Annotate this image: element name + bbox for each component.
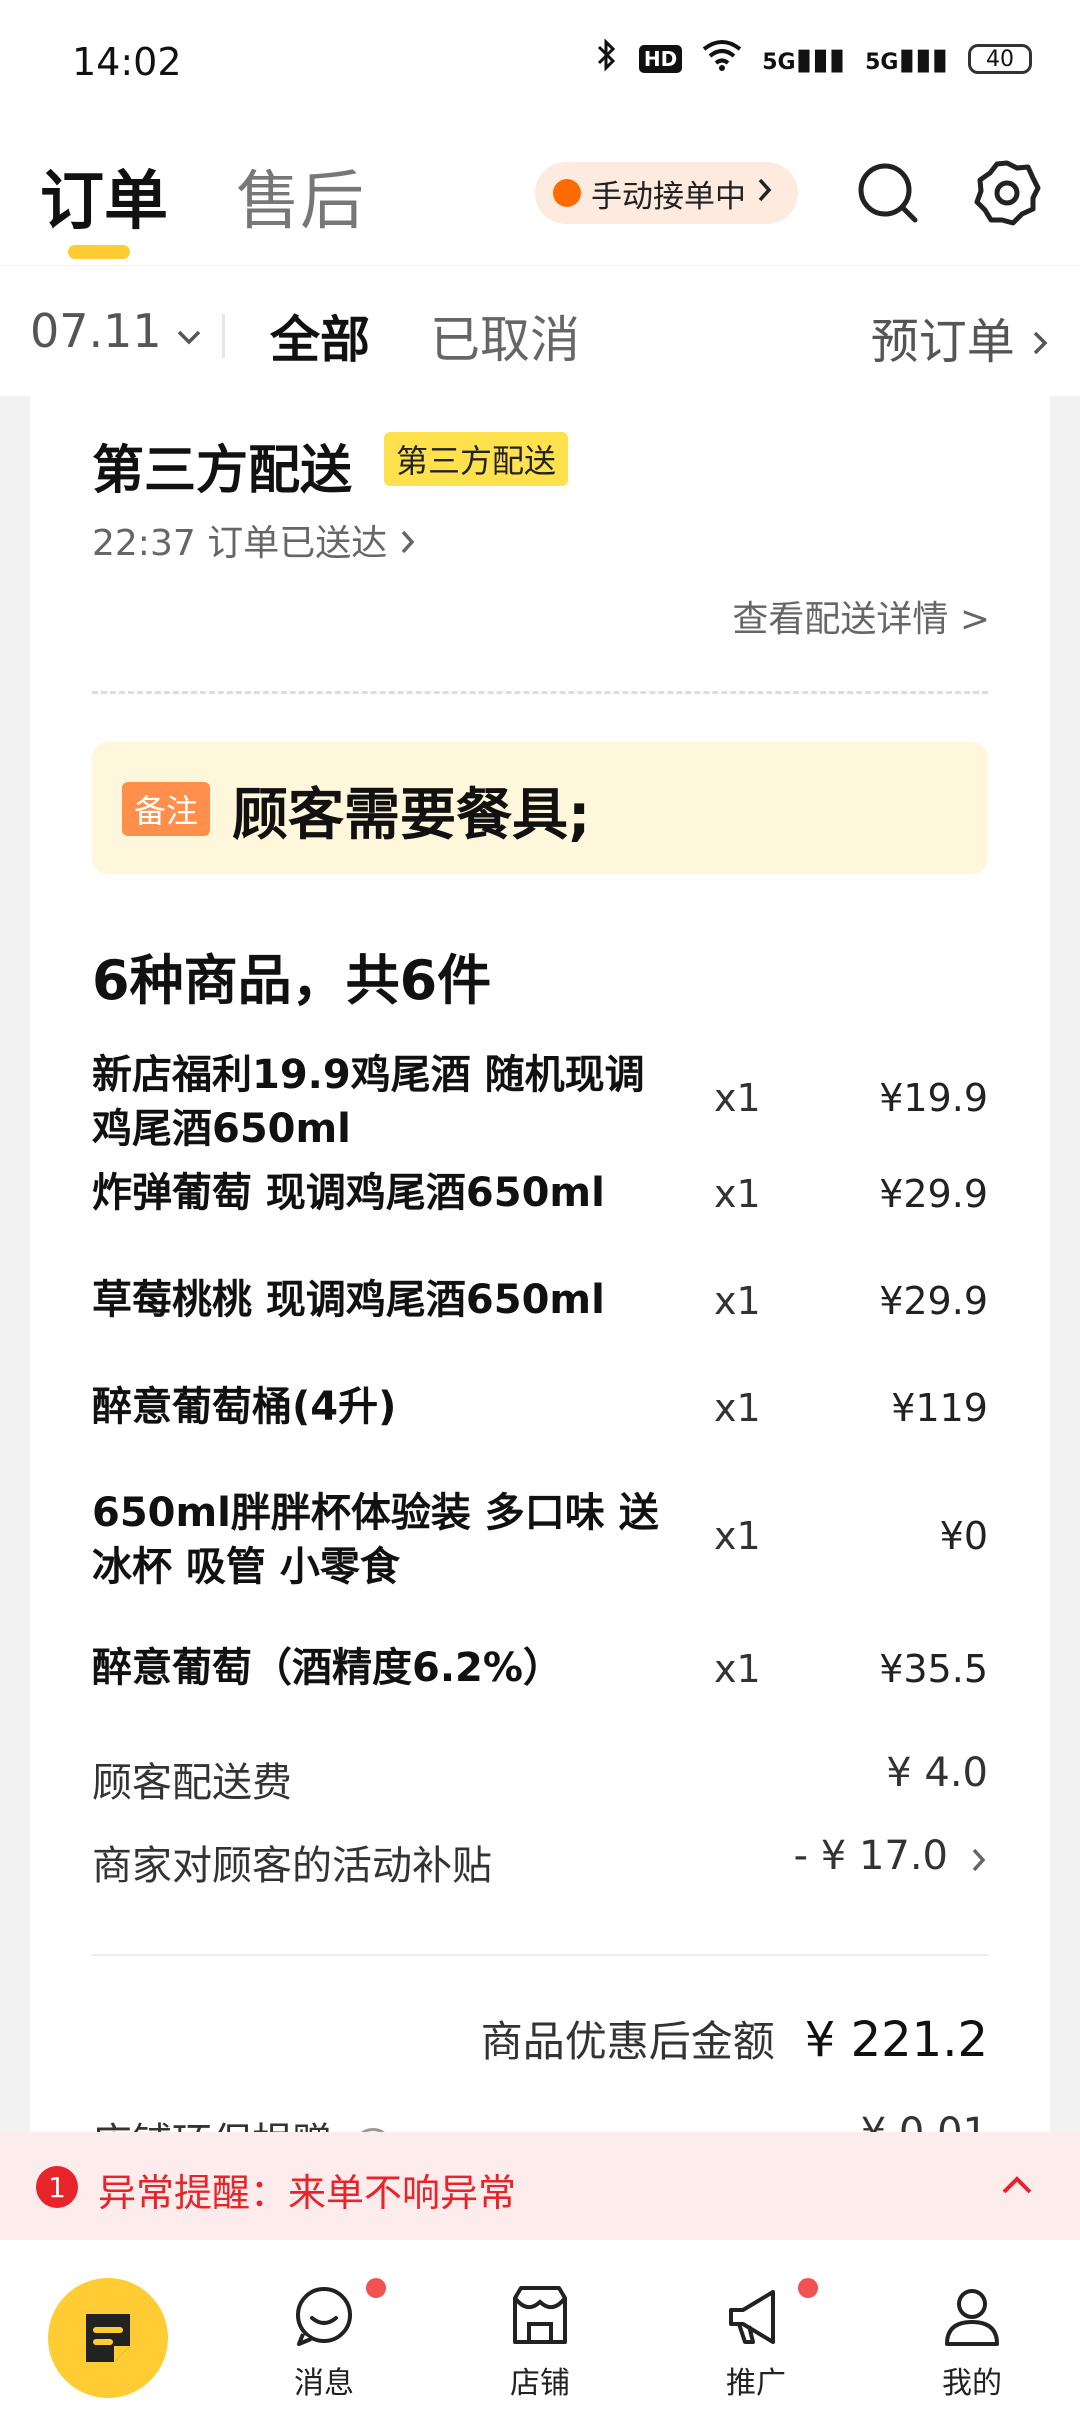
subsidy-label: 商家对顾客的活动补贴 <box>92 1843 492 1889</box>
manual-accept-label: 手动接单中 <box>591 178 746 215</box>
item-name: 醉意葡萄桶(4升) <box>92 1384 397 1430</box>
item-name: 新店福利19.9鸡尾酒 随机现调鸡尾酒650ml <box>92 1052 645 1152</box>
chevron-down-icon <box>176 304 202 358</box>
date-selector[interactable]: 07.11 <box>30 304 202 358</box>
nav-store[interactable]: 店铺 <box>470 2284 610 2402</box>
nav-store-label: 店铺 <box>510 2366 570 2401</box>
order-status-link[interactable]: 22:37 订单已送达 <box>92 514 417 566</box>
item-price: ¥29.9 <box>879 1172 988 1216</box>
status-icons: HD 5G▮▮▮ 5G▮▮▮ 40 <box>595 38 1032 80</box>
filter-bar: 07.11 全部 已取消 预订单 <box>0 266 1080 396</box>
user-icon <box>945 2289 999 2346</box>
nav-mine-label: 我的 <box>942 2366 1002 2401</box>
note-tag: 备注 <box>122 782 211 836</box>
alert-count-badge: 1 <box>36 2166 78 2208</box>
status-dot-icon <box>553 179 581 207</box>
env-donation-value: ¥ 0.01 <box>861 2110 988 2132</box>
item-price: ¥29.9 <box>879 1279 988 1323</box>
chevron-up-icon[interactable] <box>992 2160 1042 2210</box>
bluetooth-icon <box>595 38 619 80</box>
store-icon <box>513 2286 567 2344</box>
gear-icon[interactable] <box>972 158 1042 228</box>
divider <box>222 314 225 358</box>
item-name: 草莓桃桃 现调鸡尾酒650ml <box>92 1277 605 1323</box>
signal-icon-1: 5G▮▮▮ <box>762 41 846 77</box>
status-bar: 14:02 HD 5G▮▮▮ 5G▮▮▮ 40 <box>0 0 1080 130</box>
unread-dot <box>798 2278 818 2298</box>
abnormal-alert-bar[interactable]: 1 异常提醒：来单不响异常 <box>0 2132 1080 2240</box>
message-icon <box>296 2287 352 2346</box>
item-qty: x1 <box>714 1076 761 1120</box>
subsidy-value: - ¥ 17.0 <box>793 1833 948 1879</box>
item-qty: x1 <box>714 1514 761 1558</box>
battery-icon: 40 <box>968 44 1032 74</box>
megaphone-icon <box>729 2290 775 2344</box>
item-qty: x1 <box>714 1647 761 1691</box>
delivery-fee-value: ¥ 4.0 <box>886 1750 988 1796</box>
nav-mine[interactable]: 我的 <box>902 2284 1042 2402</box>
order-status-text: 22:37 订单已送达 <box>92 523 388 564</box>
items-summary: 6种商品，共6件 <box>92 949 492 1012</box>
after-discount-row: 商品优惠后金额 ¥ 221.2 <box>481 2008 988 2069</box>
item-qty: x1 <box>714 1279 761 1323</box>
preorder-label: 预订单 <box>870 314 1015 370</box>
wifi-icon <box>702 39 742 79</box>
delivery-fee-label: 顾客配送费 <box>92 1760 292 1806</box>
item-qty: x1 <box>714 1172 761 1216</box>
alert-text: 异常提醒：来单不响异常 <box>98 2171 517 2215</box>
search-icon[interactable] <box>855 160 921 226</box>
nav-messages-label: 消息 <box>294 2366 354 2401</box>
chevron-right-icon <box>756 175 774 211</box>
dashed-divider <box>92 691 988 694</box>
order-card: 第三方配送 第三方配送 22:37 订单已送达 查看配送详情 > 备注 顾客需要… <box>30 396 1050 2132</box>
order-doc-icon <box>86 2314 130 2362</box>
unread-dot <box>366 2278 386 2298</box>
item-name: 炸弹葡萄 现调鸡尾酒650ml <box>92 1170 605 1216</box>
manual-accept-toggle[interactable]: 手动接单中 <box>535 162 798 224</box>
item-price: ¥35.5 <box>879 1647 988 1691</box>
item-qty: x1 <box>714 1386 761 1430</box>
after-discount-value: ¥ 221.2 <box>804 2012 988 2068</box>
nav-promotion[interactable]: 推广 <box>686 2278 826 2402</box>
chevron-right-icon <box>399 523 417 564</box>
nav-promotion-label: 推广 <box>726 2366 786 2401</box>
signal-icon-2: 5G▮▮▮ <box>865 41 948 77</box>
item-name: 650ml胖胖杯体验装 多口味 送冰杯 吸管 小零食 <box>92 1490 659 1590</box>
note-text: 顾客需要餐具; <box>232 783 591 848</box>
env-donation-label: 店铺环保捐赠 <box>92 2120 332 2132</box>
customer-note: 备注 顾客需要餐具; <box>92 742 988 874</box>
delivery-title: 第三方配送 <box>92 441 353 501</box>
chevron-right-icon <box>1030 314 1050 370</box>
filter-cancelled[interactable]: 已取消 <box>430 300 580 372</box>
delivery-detail-link[interactable]: 查看配送详情 > <box>732 590 990 642</box>
hd-icon: HD <box>638 45 683 73</box>
item-price: ¥119 <box>891 1386 988 1430</box>
orders-fab-button[interactable] <box>48 2278 168 2398</box>
bottom-nav: 消息 店铺 推广 我的 <box>0 2240 1080 2414</box>
date-label: 07.11 <box>30 304 162 358</box>
app-header: 订单 售后 手动接单中 <box>0 130 1080 265</box>
divider <box>92 1954 988 1956</box>
tab-orders[interactable]: 订单 <box>40 150 168 242</box>
item-name: 醉意葡萄（酒精度6.2%） <box>92 1645 563 1691</box>
nav-messages[interactable]: 消息 <box>254 2278 394 2402</box>
clock: 14:02 <box>72 40 182 84</box>
after-discount-label: 商品优惠后金额 <box>480 2017 775 2066</box>
tab-aftersale[interactable]: 售后 <box>236 150 364 242</box>
item-price: ¥0 <box>939 1514 988 1558</box>
chevron-right-icon <box>970 1839 988 1885</box>
delivery-fee-row: 顾客配送费 ¥ 4.0 <box>92 1750 988 1808</box>
delivery-badge: 第三方配送 <box>384 432 569 486</box>
env-donation-row: 店铺环保捐赠 ? ¥ 0.01 <box>92 2110 988 2132</box>
active-tab-indicator <box>68 245 130 259</box>
preorder-link[interactable]: 预订单 <box>871 302 1050 372</box>
item-price: ¥19.9 <box>879 1076 988 1120</box>
filter-all[interactable]: 全部 <box>270 300 370 372</box>
subsidy-row[interactable]: 商家对顾客的活动补贴 - ¥ 17.0 <box>92 1833 988 1891</box>
